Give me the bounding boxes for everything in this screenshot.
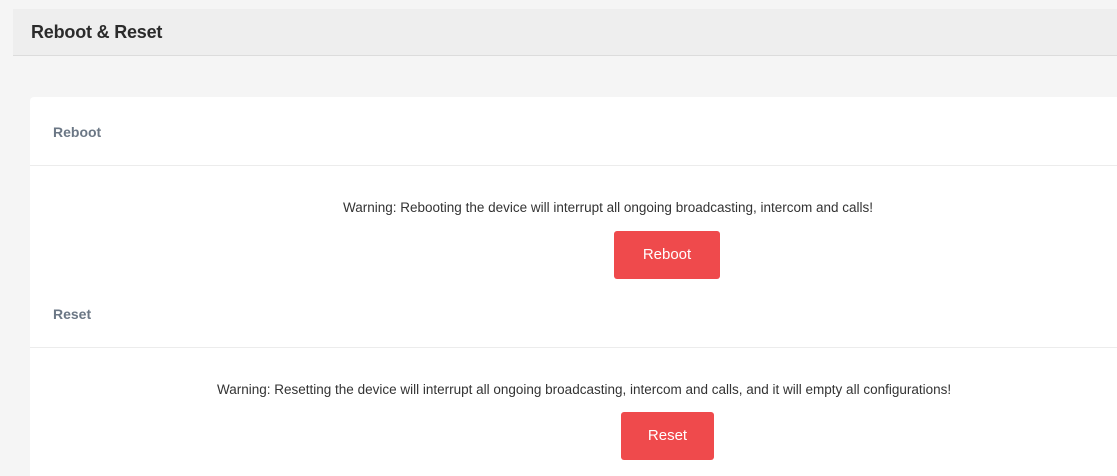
reboot-warning-text: Warning: Rebooting the device will inter… [343, 200, 874, 215]
reboot-divider [30, 165, 1117, 166]
reboot-reset-card: Reboot Warning: Rebooting the device wil… [30, 97, 1117, 476]
reset-section-heading: Reset [53, 306, 92, 322]
reset-button[interactable]: Reset [621, 412, 714, 460]
reset-divider [30, 347, 1117, 348]
reboot-section-heading: Reboot [53, 124, 102, 140]
reboot-button[interactable]: Reboot [614, 231, 720, 279]
reset-warning-text: Warning: Resetting the device will inter… [217, 382, 952, 397]
page-title: Reboot & Reset [31, 22, 163, 42]
page-header: Reboot & Reset [13, 9, 1117, 56]
